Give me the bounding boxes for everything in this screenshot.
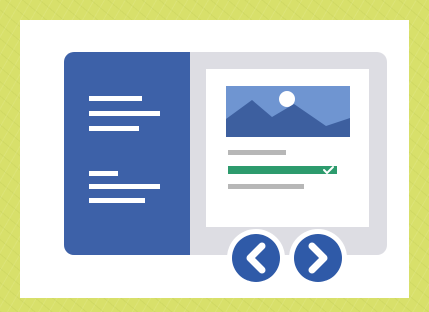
selected-line	[228, 166, 337, 174]
next-button[interactable]	[289, 229, 347, 287]
sidebar-panel	[64, 52, 190, 255]
previous-button-fill	[232, 234, 280, 282]
text-line-2	[228, 184, 304, 189]
text-line-1	[228, 150, 286, 155]
previous-button[interactable]	[227, 229, 285, 287]
ui-illustration	[64, 52, 387, 287]
next-button-fill	[294, 234, 342, 282]
sun-icon	[279, 91, 295, 107]
image-placeholder-icon	[226, 86, 350, 137]
